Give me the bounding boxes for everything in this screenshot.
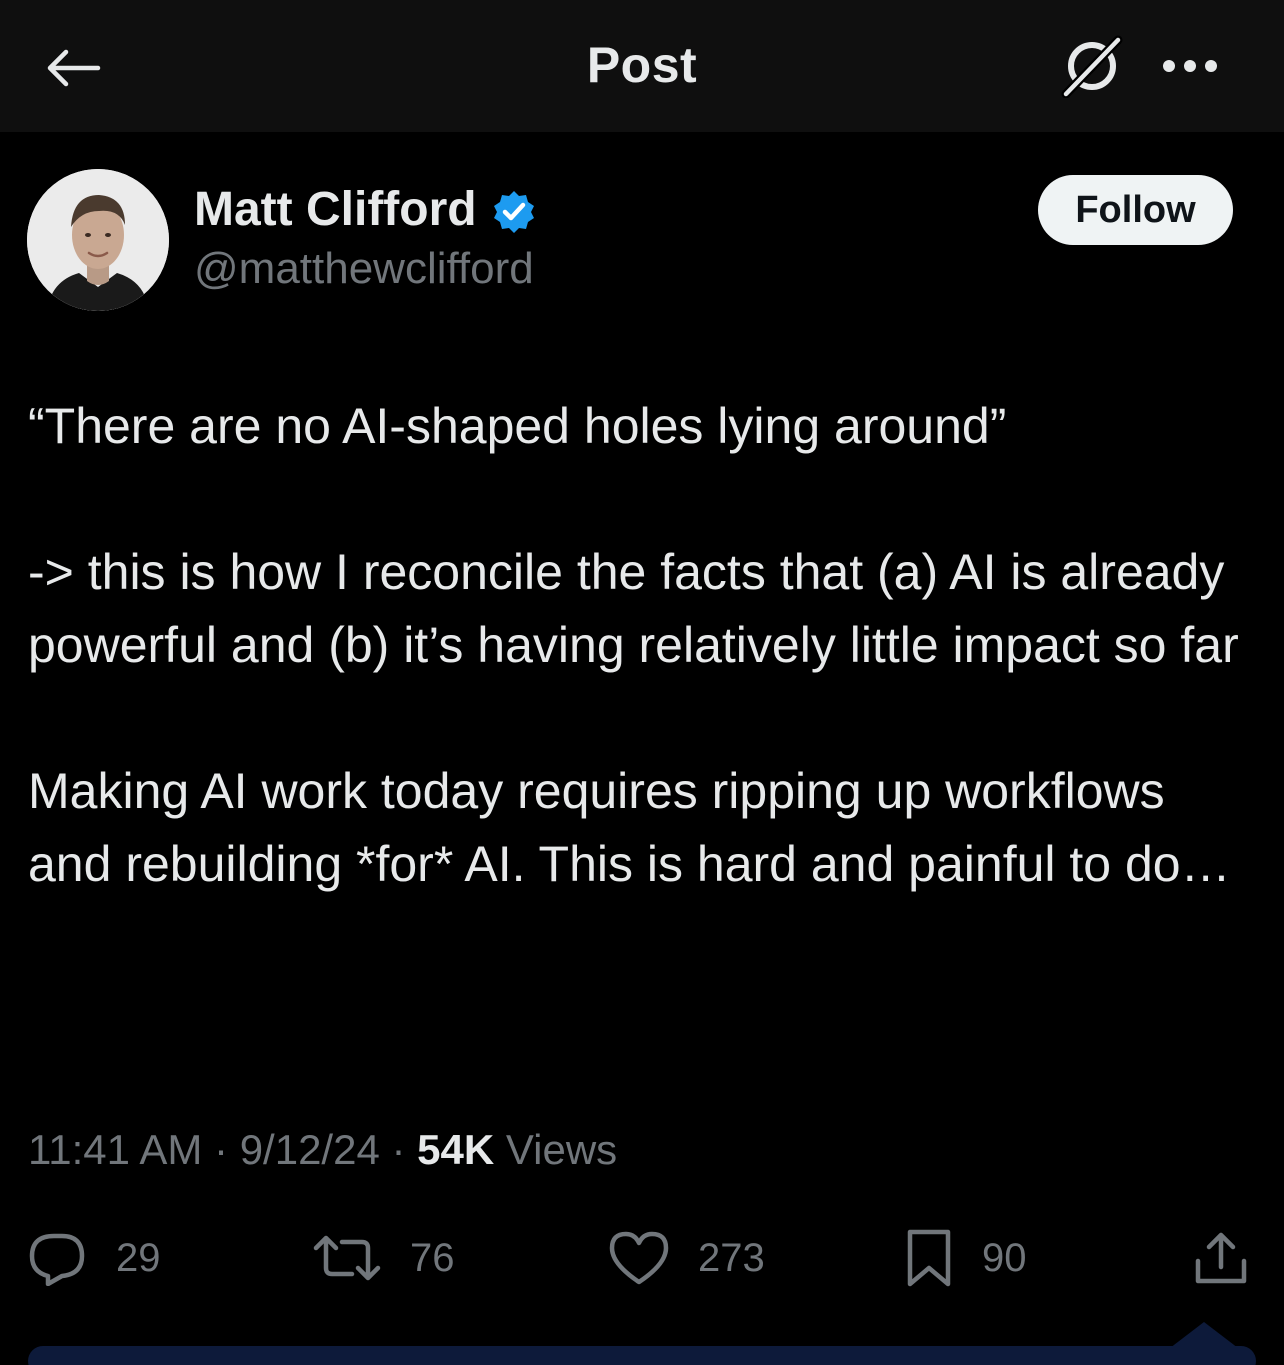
verified-badge-icon bbox=[494, 191, 534, 233]
share-icon bbox=[1195, 1232, 1247, 1284]
post-page: Post Matt Clifford @matthewclifford Foll… bbox=[0, 0, 1284, 1365]
repost-count: 76 bbox=[410, 1235, 455, 1280]
post-text: “There are no AI-shaped holes lying arou… bbox=[28, 390, 1258, 901]
repost-icon bbox=[313, 1235, 381, 1281]
grok-icon bbox=[1061, 35, 1123, 98]
post-metadata: 11:41 AM · 9/12/24 · 54K Views bbox=[28, 1126, 617, 1174]
share-button[interactable] bbox=[1192, 1222, 1250, 1294]
follow-button[interactable]: Follow bbox=[1038, 175, 1233, 245]
more-options-button[interactable] bbox=[1152, 40, 1228, 92]
reply-button[interactable]: 29 bbox=[28, 1222, 161, 1294]
post-date[interactable]: 9/12/24 bbox=[240, 1126, 380, 1173]
heart-icon bbox=[609, 1231, 669, 1285]
author-handle[interactable]: @matthewclifford bbox=[194, 244, 534, 294]
bookmark-button[interactable]: 90 bbox=[904, 1222, 1027, 1294]
like-count: 273 bbox=[698, 1235, 765, 1280]
post-paragraph: Making AI work today requires ripping up… bbox=[28, 763, 1231, 892]
top-bar: Post bbox=[0, 0, 1284, 132]
reply-icon bbox=[29, 1233, 85, 1286]
author-name[interactable]: Matt Clifford bbox=[194, 182, 477, 237]
separator: · bbox=[391, 1126, 406, 1173]
more-horizontal-icon bbox=[1163, 60, 1217, 72]
profile-photo bbox=[27, 169, 169, 311]
grok-button[interactable] bbox=[1056, 32, 1128, 100]
post-time[interactable]: 11:41 AM bbox=[28, 1126, 202, 1173]
repost-button[interactable]: 76 bbox=[312, 1222, 455, 1294]
like-button[interactable]: 273 bbox=[608, 1222, 765, 1294]
avatar[interactable] bbox=[27, 169, 169, 311]
bookmark-count: 90 bbox=[982, 1235, 1027, 1280]
separator: · bbox=[214, 1126, 229, 1173]
views-count: 54K bbox=[417, 1126, 495, 1173]
views-label: Views bbox=[505, 1126, 618, 1173]
post-paragraph: -> this is how I reconcile the facts tha… bbox=[28, 544, 1239, 673]
action-bar: 29 76 273 90 bbox=[0, 1222, 1284, 1294]
reply-count: 29 bbox=[116, 1235, 161, 1280]
bookmark-icon bbox=[907, 1229, 951, 1287]
post-paragraph: “There are no AI-shaped holes lying arou… bbox=[28, 398, 1007, 454]
reply-bar-caret bbox=[1170, 1322, 1238, 1348]
reply-bar[interactable] bbox=[28, 1346, 1256, 1365]
